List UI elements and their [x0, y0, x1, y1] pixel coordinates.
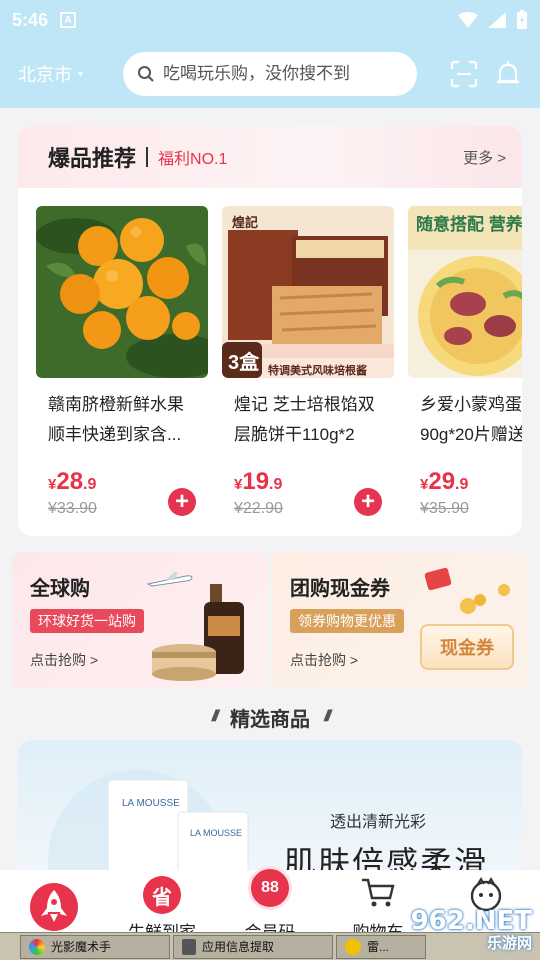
taskbar-item[interactable]: 应用信息提取 — [173, 934, 333, 959]
promo-tag: 领券购物更优惠 — [290, 609, 404, 633]
cleanser-tubes-image — [48, 770, 249, 880]
price-integer: 19 — [242, 468, 270, 495]
wifi-icon — [458, 12, 478, 28]
promo-link[interactable]: 点击抢购 > — [30, 650, 98, 670]
hot-products-header: 爆品推荐 福利NO.1 更多 > — [18, 126, 522, 188]
taskbar-item[interactable]: 光影魔术手 — [20, 934, 170, 959]
price-decimal: .9 — [269, 476, 283, 493]
status-icons — [458, 10, 528, 30]
scan-icon[interactable] — [450, 60, 478, 88]
tab-home[interactable] — [4, 870, 104, 932]
chevron-down-icon: ▾ — [78, 68, 84, 80]
currency-symbol: ¥ — [48, 476, 57, 493]
featured-section-header: /// 精选商品 /// — [0, 702, 540, 732]
product-card[interactable]: 随意搭配 营养 乡爱小蒙鸡蛋 90g*20片赠送 ¥ 29 .9 ¥35.90 — [408, 206, 522, 518]
member-code-icon: 88 — [248, 866, 292, 910]
group-coupon-card[interactable]: 团购现金券 领券购物更优惠 点击抢购 > 现金券 — [272, 552, 528, 688]
image-caption: 随意搭配 营养 — [416, 215, 522, 234]
product-card[interactable]: 煌記 3盒 特调美式风味培根酱 煌记 芝士培根馅双 层脆饼干110g*2 ¥ 1… — [222, 206, 394, 518]
product-price: ¥ 29 .9 — [408, 468, 522, 496]
divider — [146, 147, 149, 167]
box-count-text: 3盒 — [228, 352, 260, 374]
banner-brand-text: LA MOUSSE — [122, 798, 180, 809]
more-link[interactable]: 更多 > — [463, 147, 506, 168]
product-image-oranges — [36, 206, 208, 378]
app-icon — [29, 938, 45, 955]
battery-icon — [517, 10, 527, 29]
taskbar-label: 应用信息提取 — [202, 940, 275, 954]
product-name: 煌记 芝士培根馅双 层脆饼干110g*2 — [234, 395, 375, 444]
coupon-label: 现金券 — [440, 638, 494, 658]
banner-brand-text-2: LA MOUSSE — [190, 828, 243, 838]
price-integer: 28 — [56, 468, 84, 495]
bell-icon[interactable] — [494, 60, 522, 88]
save-money-icon: 省 — [143, 876, 181, 914]
brand-text: 煌記 — [232, 215, 259, 230]
section-title: 精选商品 — [230, 708, 310, 731]
hot-products-card: 爆品推荐 福利NO.1 更多 > 赣南脐橙新鲜水果 顺丰快递到家含... ¥ 2… — [18, 126, 522, 536]
price-decimal: .9 — [455, 476, 469, 493]
search-icon — [138, 66, 154, 82]
city-label: 北京市 — [18, 65, 72, 85]
product-list: 赣南脐橙新鲜水果 顺丰快递到家含... ¥ 28 .9 ¥33.90 煌記 3盒… — [36, 206, 522, 518]
currency-symbol: ¥ — [420, 476, 429, 493]
search-box[interactable] — [123, 52, 417, 96]
app-icon — [182, 938, 196, 955]
product-name: 乡爱小蒙鸡蛋 90g*20片赠送 — [420, 395, 522, 444]
tab-member-code[interactable]: 88 会员码 — [220, 866, 320, 942]
search-input[interactable] — [163, 64, 393, 84]
shopping-cart-icon — [362, 878, 395, 907]
skincare-products-image — [152, 584, 244, 681]
city-selector[interactable]: 北京市 ▾ — [18, 61, 123, 87]
add-to-cart-button[interactable]: + — [354, 488, 382, 516]
featured-banner[interactable]: LA MOUSSE LA MOUSSE 透出清新光彩 肌肤倍感柔滑 — [18, 740, 522, 880]
taskbar-label: 雷... — [367, 940, 390, 954]
hot-products-subtitle: 福利NO.1 — [158, 151, 228, 168]
price-decimal: .9 — [83, 476, 97, 493]
banner-subtitle: 透出清新光彩 — [330, 814, 427, 831]
add-to-cart-button[interactable]: + — [168, 488, 196, 516]
signal-icon — [488, 12, 506, 28]
price-integer: 29 — [428, 468, 456, 495]
decorative-slashes-icon: /// — [211, 708, 220, 725]
tab-fresh-delivery[interactable]: 省 生鲜到家 — [112, 870, 212, 942]
member-code-glyph: 88 — [261, 879, 279, 896]
site-watermark: 962.NET 乐游网 — [411, 906, 532, 953]
promo-link[interactable]: 点击抢购 > — [290, 650, 358, 670]
save-money-glyph: 省 — [152, 886, 172, 909]
product-image-wraps: 随意搭配 营养 — [408, 206, 522, 378]
image-caption: 特调美式风味培根酱 — [268, 365, 367, 377]
status-time: 5:46 — [12, 9, 49, 30]
status-bar: 5:46 A — [0, 0, 540, 40]
product-name: 赣南脐橙新鲜水果 顺丰快递到家含... — [48, 395, 184, 444]
rocket-icon — [30, 883, 78, 931]
promo-tag: 环球好货一站购 — [30, 609, 144, 633]
global-purchase-card[interactable]: 全球购 环球好货一站购 点击抢购 > — [12, 552, 268, 688]
product-image-crackers: 煌記 3盒 特调美式风味培根酱 — [222, 206, 394, 378]
top-header: 北京市 ▾ — [0, 40, 540, 108]
original-price: ¥35.90 — [420, 500, 469, 517]
product-card[interactable]: 赣南脐橙新鲜水果 顺丰快递到家含... ¥ 28 .9 ¥33.90 — [36, 206, 208, 518]
currency-symbol: ¥ — [234, 476, 243, 493]
app-icon — [345, 938, 361, 955]
app-notification-icon: A — [60, 12, 77, 28]
hot-products-title: 爆品推荐 — [48, 146, 137, 171]
coupon-badge: 现金券 — [420, 624, 514, 670]
decorative-slashes-icon: /// — [324, 708, 332, 725]
taskbar-label: 光影魔术手 — [51, 940, 112, 954]
